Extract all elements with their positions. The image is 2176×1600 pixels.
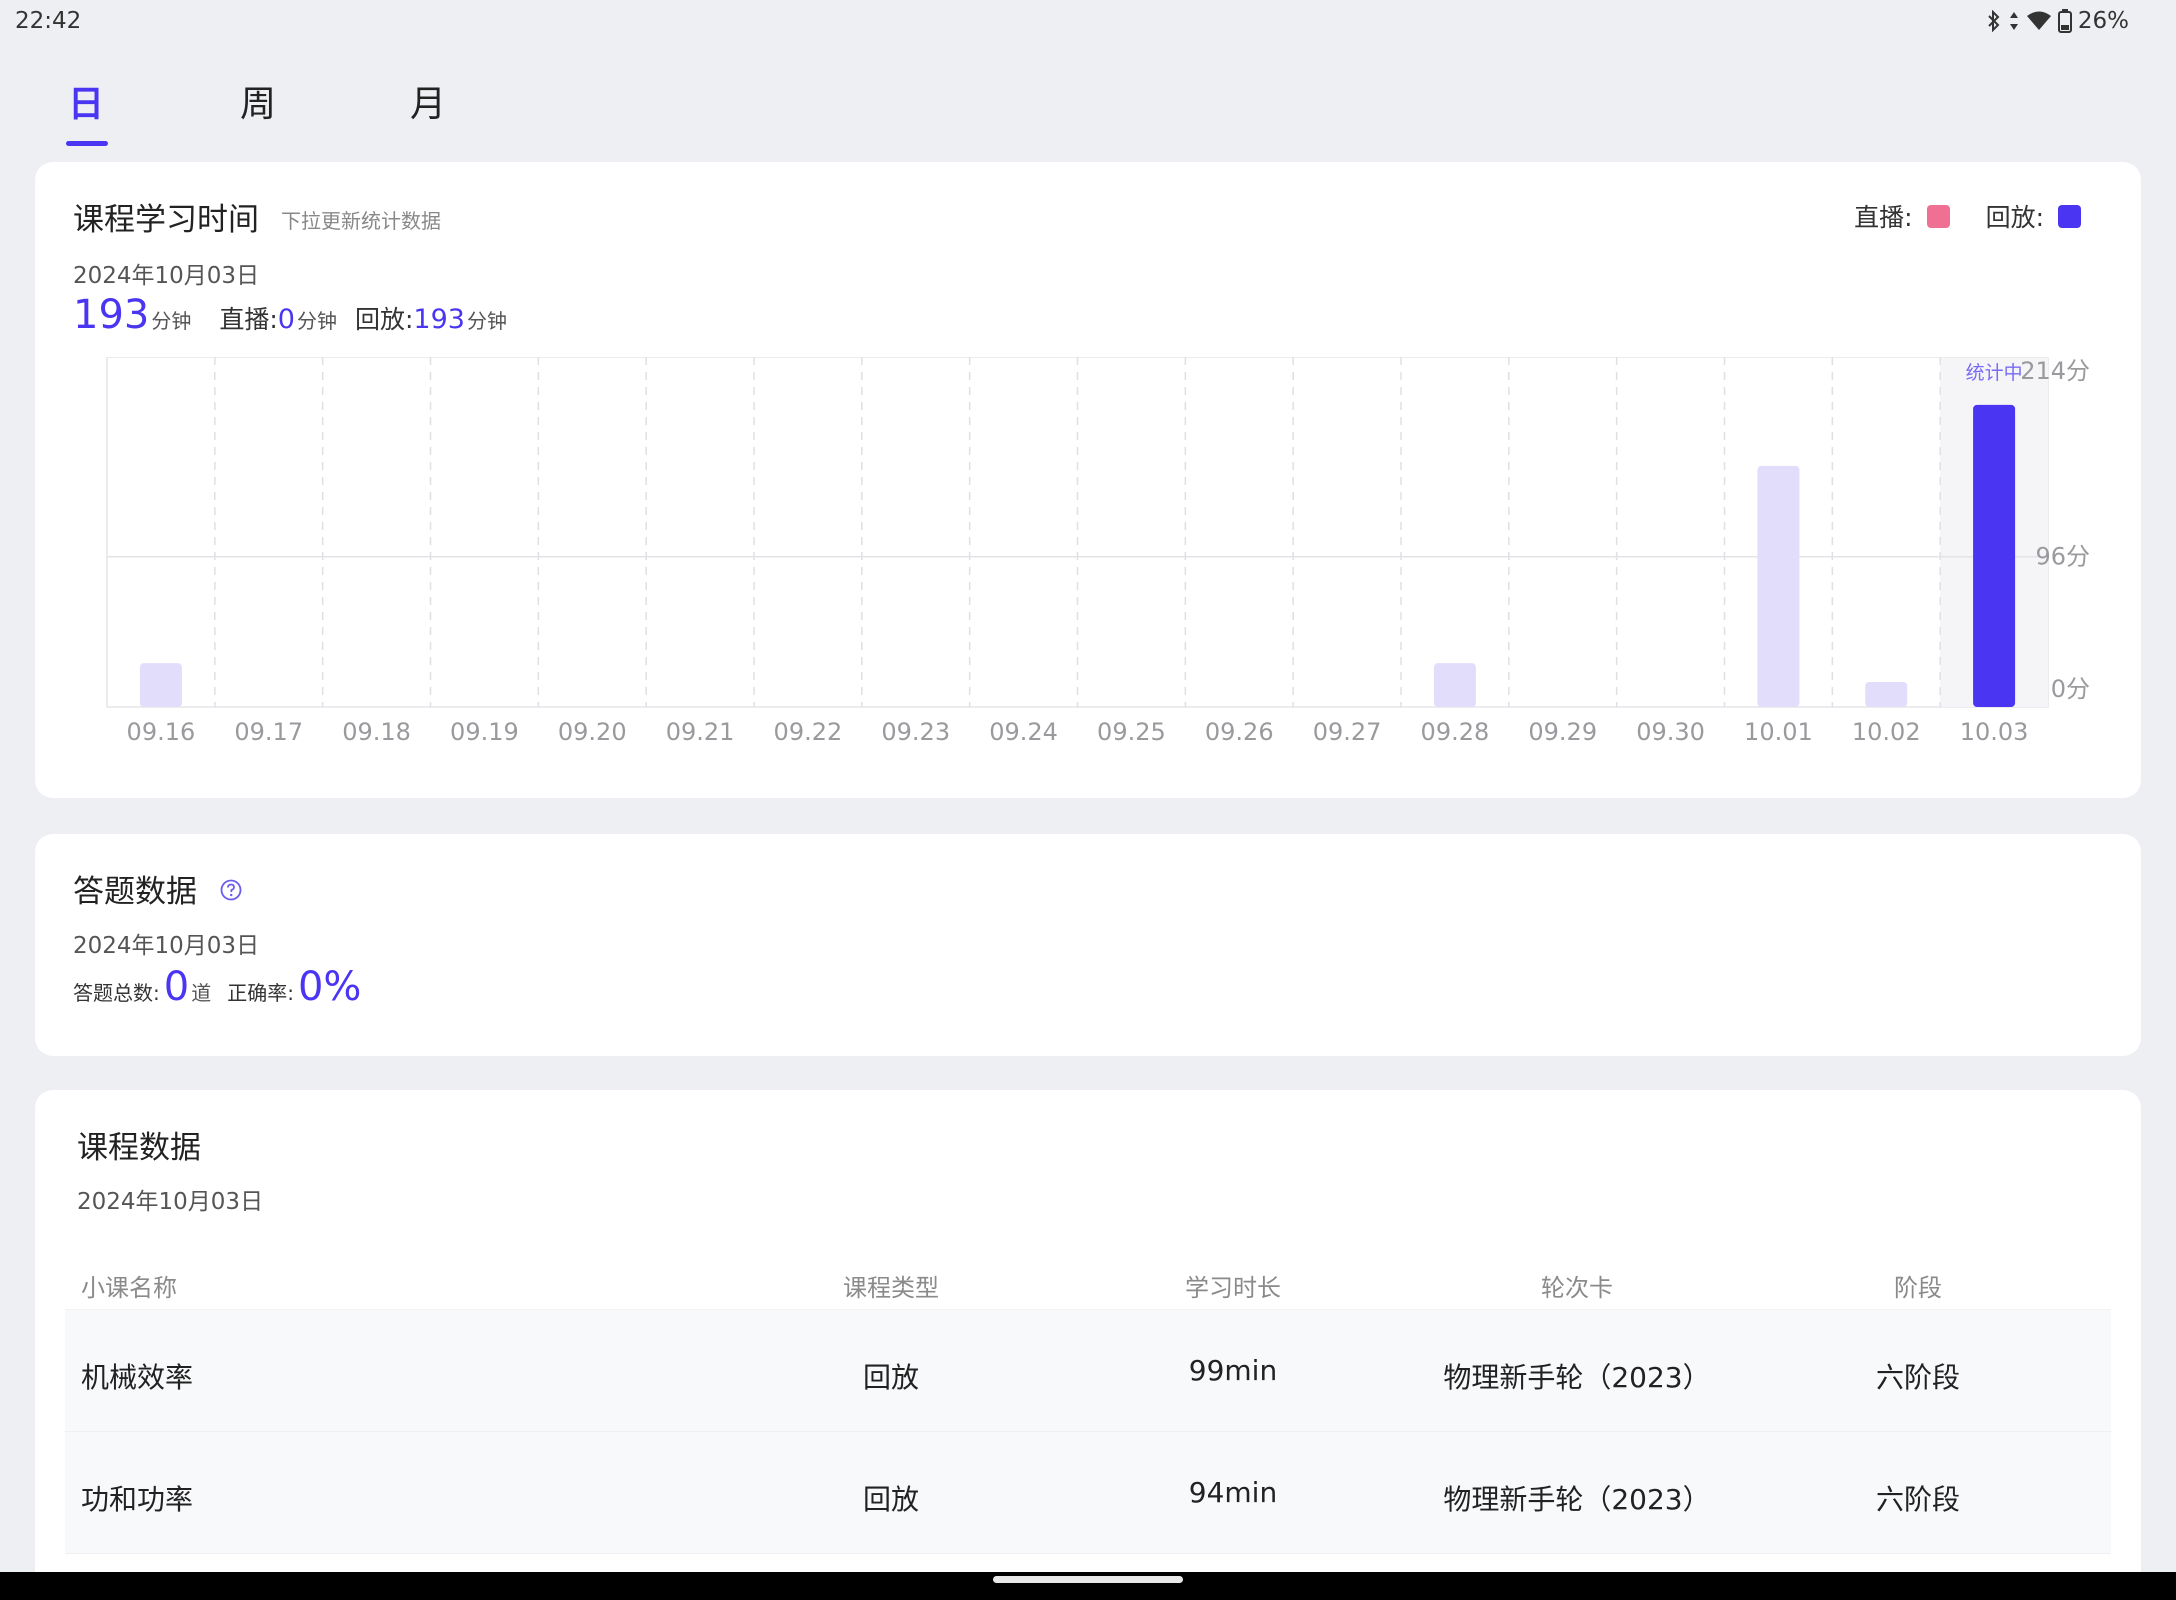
chart-bar xyxy=(1865,681,1908,707)
x-tick-label: 09.20 xyxy=(558,718,627,746)
quiz-total-value: 0 xyxy=(163,964,190,1010)
status-bar: 22:42 26% xyxy=(0,0,2176,44)
x-tick-label: 09.22 xyxy=(774,718,843,746)
study-time-title: 课程学习时间 xyxy=(73,202,259,238)
x-tick-label: 09.19 xyxy=(450,718,519,746)
table-row[interactable]: 功和功率 回放 94min 物理新手轮（2023） 六阶段 xyxy=(65,1432,2111,1554)
quiz-date: 2024年10月03日 xyxy=(73,933,260,959)
tab-month[interactable]: 月 xyxy=(410,75,446,127)
x-tick-label: 09.28 xyxy=(1421,718,1490,746)
x-tick-label: 09.23 xyxy=(881,718,950,746)
chart-bar xyxy=(1757,465,1800,707)
x-tick-label: 09.16 xyxy=(127,718,196,746)
table-header: 小课名称 课程类型 学习时长 轮次卡 阶段 xyxy=(65,1240,2111,1310)
header-round-card: 轮次卡 xyxy=(1541,1274,1613,1302)
x-tick-label: 09.24 xyxy=(989,718,1058,746)
home-gesture-handle[interactable] xyxy=(993,1576,1183,1583)
header-stage: 阶段 xyxy=(1894,1274,1942,1302)
navigation-bar xyxy=(0,1572,2176,1600)
x-tick-label: 10.03 xyxy=(1960,718,2029,746)
x-tick-label: 09.26 xyxy=(1205,718,1274,746)
quiz-summary: 答题总数: 0 道 正确率: 0% xyxy=(73,964,361,1010)
wifi-icon xyxy=(2026,11,2051,30)
x-tick-label: 10.01 xyxy=(1744,718,1813,746)
x-tick-label: 09.17 xyxy=(234,718,303,746)
quiz-accuracy-label: 正确率: xyxy=(227,981,294,1005)
quiz-accuracy-value: 0% xyxy=(297,964,362,1010)
legend-live-label: 直播: xyxy=(1854,203,1913,232)
chart-legend: 直播: 回放: xyxy=(1818,198,2081,234)
x-tick-label: 10.02 xyxy=(1852,718,1921,746)
chart-bar xyxy=(1433,663,1476,707)
x-tick-label: 09.29 xyxy=(1528,718,1597,746)
header-study-duration: 学习时长 xyxy=(1185,1274,1281,1302)
lesson-name: 机械效率 xyxy=(81,1361,194,1394)
x-tick-label: 09.18 xyxy=(342,718,411,746)
status-time: 22:42 xyxy=(15,8,82,34)
live-unit: 分钟 xyxy=(296,309,337,333)
stage: 六阶段 xyxy=(1875,1483,1961,1516)
replay-unit: 分钟 xyxy=(466,309,507,333)
data-arrows-icon xyxy=(2009,12,2018,30)
study-duration: 99min xyxy=(1188,1354,1278,1387)
tab-day[interactable]: 日 xyxy=(68,75,104,127)
table-row[interactable]: 机械效率 回放 99min 物理新手轮（2023） 六阶段 xyxy=(65,1310,2111,1432)
study-time-date: 2024年10月03日 xyxy=(73,263,260,289)
total-minutes: 193 xyxy=(73,292,150,338)
study-time-card: 课程学习时间 下拉更新统计数据 直播: 回放: 2024年10月03日 193 … xyxy=(35,162,2141,798)
replay-minutes: 193 xyxy=(413,304,465,335)
total-unit: 分钟 xyxy=(151,309,192,333)
study-duration: 94min xyxy=(1188,1476,1278,1509)
x-tick-label: 09.27 xyxy=(1313,718,1382,746)
header-course-type: 课程类型 xyxy=(843,1274,939,1302)
y-tick-label: 214分 xyxy=(2020,357,2090,385)
battery-icon xyxy=(2057,9,2072,33)
help-icon[interactable] xyxy=(219,878,243,902)
chart-bar xyxy=(1973,404,2016,707)
replay-label: 回放: xyxy=(354,305,414,334)
study-time-chart: 统计中 09.16 09.17 09.18 09.19 09.20 09.21 09.22 09… xyxy=(106,357,2090,746)
quiz-card: 答题数据 2024年10月03日 答题总数: 0 道 正确率: 0% xyxy=(35,834,2141,1056)
course-table: 小课名称 课程类型 学习时长 轮次卡 阶段 机械效率 回放 99min 物理新手… xyxy=(65,1240,2111,1554)
chart-bar xyxy=(139,663,182,707)
highlight-label: 统计中 xyxy=(1966,362,2023,384)
course-title: 课程数据 xyxy=(77,1130,201,1166)
battery-percent: 26% xyxy=(2077,8,2129,34)
period-tabs: 日 周 月 xyxy=(0,75,700,155)
legend-replay-swatch xyxy=(2058,204,2081,228)
bluetooth-icon xyxy=(1988,10,2000,32)
study-time-summary: 193 分钟 直播: 0 分钟 回放: 193 分钟 xyxy=(73,292,507,338)
header-lesson-name: 小课名称 xyxy=(81,1274,177,1302)
stage: 六阶段 xyxy=(1875,1361,1961,1394)
y-tick-label: 0分 xyxy=(2051,675,2090,703)
quiz-total-label: 答题总数: xyxy=(73,981,160,1005)
course-type: 回放 xyxy=(862,1483,920,1516)
legend-live: 直播: xyxy=(1854,198,1950,234)
legend-replay-label: 回放: xyxy=(1985,203,2044,232)
course-card: 课程数据 2024年10月03日 小课名称 课程类型 学习时长 轮次卡 阶段 机… xyxy=(35,1090,2141,1600)
quiz-title: 答题数据 xyxy=(73,874,197,910)
quiz-total-unit: 道 xyxy=(191,981,212,1005)
pull-refresh-hint: 下拉更新统计数据 xyxy=(281,209,441,233)
lesson-name: 功和功率 xyxy=(81,1483,194,1516)
status-icons: 26% xyxy=(1986,8,2129,34)
live-minutes: 0 xyxy=(277,304,295,335)
y-tick-label: 96分 xyxy=(2035,543,2090,571)
active-tab-indicator xyxy=(66,141,108,146)
round-card: 物理新手轮（2023） xyxy=(1443,1483,1711,1516)
x-tick-label: 09.25 xyxy=(1097,718,1166,746)
legend-replay: 回放: xyxy=(1986,198,2081,234)
round-card: 物理新手轮（2023） xyxy=(1443,1361,1711,1394)
course-date: 2024年10月03日 xyxy=(77,1189,264,1215)
x-tick-label: 09.30 xyxy=(1636,718,1705,746)
live-label: 直播: xyxy=(219,305,278,334)
course-type: 回放 xyxy=(862,1361,920,1394)
x-tick-label: 09.21 xyxy=(666,718,735,746)
tab-week[interactable]: 周 xyxy=(240,75,276,127)
legend-live-swatch xyxy=(1926,204,1950,228)
